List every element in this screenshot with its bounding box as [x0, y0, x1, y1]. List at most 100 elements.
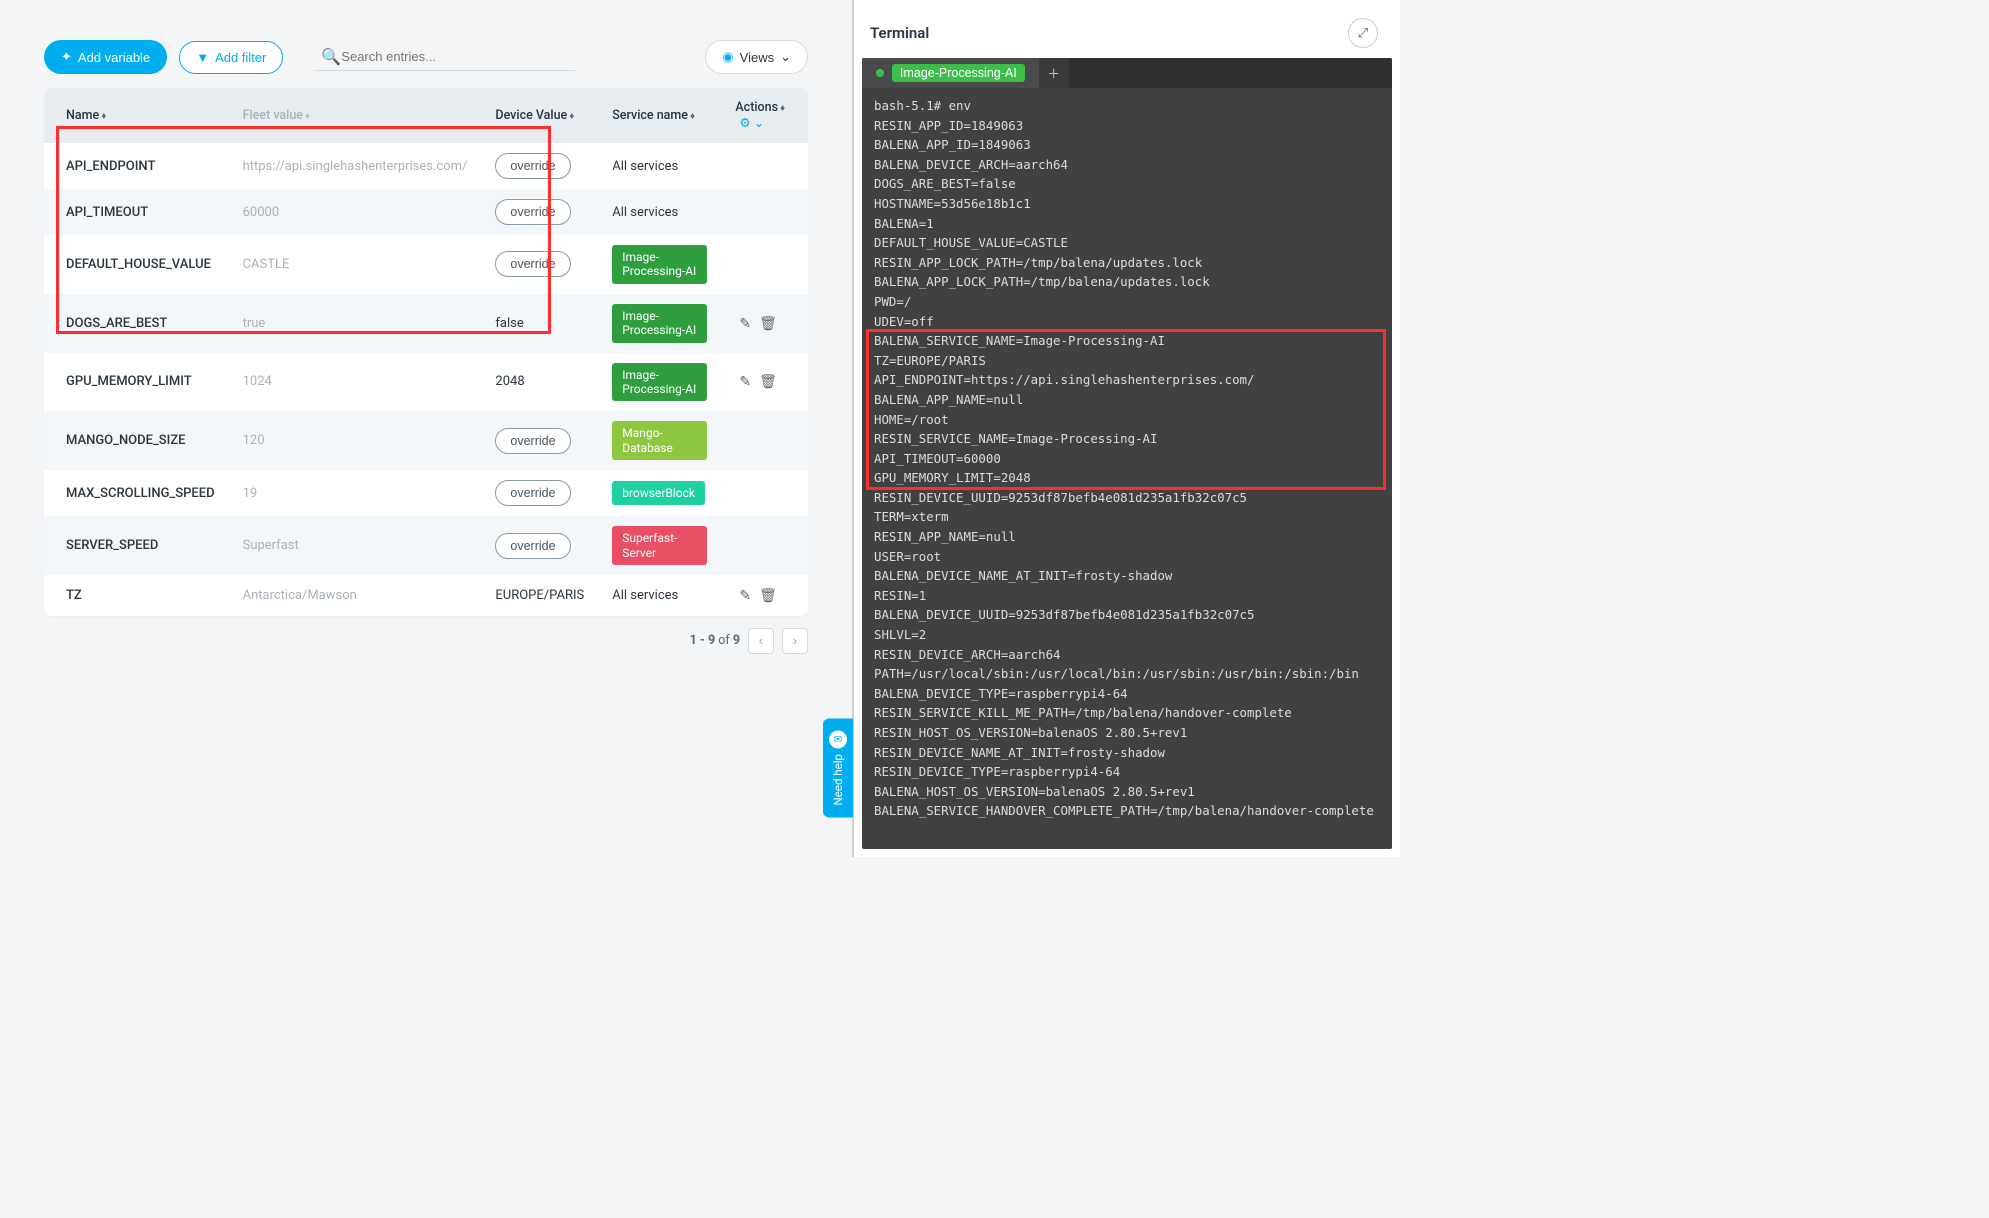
- col-header-device[interactable]: Device Value♦: [481, 88, 598, 143]
- add-filter-button[interactable]: ▼ Add filter: [179, 41, 283, 74]
- var-device-value: override: [481, 516, 598, 575]
- service-tag: Image-Processing-AI: [612, 304, 707, 343]
- service-tag: Image-Processing-AI: [612, 363, 707, 402]
- help-tab[interactable]: Need help ✉: [823, 718, 853, 817]
- prev-page-button[interactable]: ‹: [748, 628, 774, 654]
- var-fleet-value: Superfast: [229, 516, 482, 575]
- var-actions: ✎🗑: [721, 575, 808, 616]
- service-tag: Mango-Database: [612, 421, 707, 460]
- var-device-value: override: [481, 143, 598, 189]
- var-actions: [721, 470, 808, 516]
- pagination-of: of: [718, 633, 729, 648]
- gear-icon[interactable]: ⚙ ⌄: [739, 116, 764, 131]
- table-row: GPU_MEMORY_LIMIT10242048Image-Processing…: [44, 353, 808, 412]
- sort-icon: ♦: [780, 103, 785, 114]
- globe-icon: ◉: [722, 49, 733, 65]
- var-service: Image-Processing-AI: [598, 353, 721, 412]
- table-row: TZAntarctica/MawsonEUROPE/PARISAll servi…: [44, 575, 808, 616]
- table-row: DEFAULT_HOUSE_VALUECASTLEoverrideImage-P…: [44, 235, 808, 294]
- var-name: TZ: [44, 575, 229, 616]
- override-button[interactable]: override: [495, 480, 570, 506]
- views-label: Views: [740, 50, 774, 65]
- var-actions: [721, 411, 808, 470]
- service-tag: Image-Processing-AI: [612, 245, 707, 284]
- edit-button[interactable]: ✎: [735, 371, 755, 392]
- table-row: MANGO_NODE_SIZE120 override Mango-Database: [44, 411, 808, 470]
- terminal-title: Terminal: [870, 24, 929, 42]
- pagination-total: 9: [733, 633, 740, 648]
- terminal-highlight-box: [866, 329, 1386, 490]
- var-actions: [721, 189, 808, 235]
- new-tab-button[interactable]: ＋: [1039, 58, 1069, 88]
- var-actions: ✎🗑: [721, 353, 808, 412]
- variables-table: Name♦ Fleet value♦ Device Value♦ Service…: [44, 88, 808, 616]
- status-dot-icon: [876, 69, 884, 77]
- var-service: All services: [598, 189, 721, 235]
- add-variable-label: Add variable: [78, 50, 150, 65]
- override-button[interactable]: override: [495, 428, 570, 454]
- service-tag: Superfast-Server: [612, 526, 707, 565]
- sort-icon: ♦: [101, 111, 106, 122]
- terminal-tab[interactable]: Image-Processing-AI: [862, 58, 1039, 88]
- var-actions: [721, 143, 808, 189]
- sort-icon: ♦: [569, 111, 574, 122]
- next-page-button[interactable]: ›: [782, 628, 808, 654]
- search-input-wrap[interactable]: 🔍: [315, 43, 575, 71]
- views-button[interactable]: ◉ Views ⌄: [705, 40, 808, 74]
- table-row: SERVER_SPEEDSuperfast override Superfast-S…: [44, 516, 808, 575]
- sort-icon: ♦: [690, 111, 695, 122]
- delete-button[interactable]: 🗑: [755, 371, 781, 392]
- var-name: MAX_SCROLLING_SPEED: [44, 470, 229, 516]
- var-device-value: override: [481, 189, 598, 235]
- var-name: MANGO_NODE_SIZE: [44, 411, 229, 470]
- var-name: API_TIMEOUT: [44, 189, 229, 235]
- col-header-name[interactable]: Name♦: [44, 88, 229, 143]
- search-icon: 🔍: [321, 47, 341, 66]
- magic-icon: ✦: [61, 49, 72, 65]
- col-header-service[interactable]: Service name♦: [598, 88, 721, 143]
- filter-icon: ▼: [196, 50, 209, 65]
- variables-table-card: Name♦ Fleet value♦ Device Value♦ Service…: [44, 88, 808, 616]
- var-fleet-value: 60000: [229, 189, 482, 235]
- add-variable-button[interactable]: ✦ Add variable: [44, 40, 167, 74]
- edit-button[interactable]: ✎: [735, 313, 755, 334]
- add-filter-label: Add filter: [215, 50, 266, 65]
- col-header-actions[interactable]: Actions♦ ⚙ ⌄: [721, 88, 808, 143]
- var-device-value: override: [481, 235, 598, 294]
- var-name: API_ENDPOINT: [44, 143, 229, 189]
- override-button[interactable]: override: [495, 153, 570, 179]
- var-actions: [721, 516, 808, 575]
- terminal-tabs: Image-Processing-AI ＋: [862, 58, 1392, 88]
- col-header-fleet[interactable]: Fleet value♦: [229, 88, 482, 143]
- var-fleet-value: 1024: [229, 353, 482, 412]
- var-service: browserBlock: [598, 470, 721, 516]
- edit-button[interactable]: ✎: [735, 585, 755, 606]
- chevron-down-icon: ⌄: [780, 49, 791, 65]
- var-fleet-value: 19: [229, 470, 482, 516]
- terminal-output[interactable]: bash-5.1# env RESIN_APP_ID=1849063 BALEN…: [862, 88, 1392, 829]
- override-button[interactable]: override: [495, 533, 570, 559]
- var-actions: ✎🗑: [721, 294, 808, 353]
- terminal-panel: Terminal ⤢ Image-Processing-AI ＋ bash-5.…: [852, 0, 1400, 857]
- collapse-button[interactable]: ⤢: [1348, 18, 1378, 48]
- delete-button[interactable]: 🗑: [755, 313, 781, 334]
- var-fleet-value: 120: [229, 411, 482, 470]
- override-button[interactable]: override: [495, 251, 570, 277]
- help-label: Need help: [831, 754, 845, 805]
- search-input[interactable]: [341, 49, 569, 64]
- delete-button[interactable]: 🗑: [755, 585, 781, 606]
- pagination-range: 1 - 9: [690, 633, 715, 648]
- override-button[interactable]: override: [495, 199, 570, 225]
- var-device-value: false: [481, 294, 598, 353]
- var-name: SERVER_SPEED: [44, 516, 229, 575]
- terminal-tab-label: Image-Processing-AI: [892, 64, 1025, 82]
- var-service: All services: [598, 575, 721, 616]
- var-service: Image-Processing-AI: [598, 235, 721, 294]
- var-fleet-value: CASTLE: [229, 235, 482, 294]
- chat-icon: ✉: [829, 730, 847, 748]
- table-row: API_ENDPOINThttps://api.singlehashenterp…: [44, 143, 808, 189]
- var-name: GPU_MEMORY_LIMIT: [44, 353, 229, 412]
- table-row: DOGS_ARE_BESTtruefalseImage-Processing-A…: [44, 294, 808, 353]
- var-fleet-value: https://api.singlehashenterprises.com/: [229, 143, 482, 189]
- var-fleet-value: Antarctica/Mawson: [229, 575, 482, 616]
